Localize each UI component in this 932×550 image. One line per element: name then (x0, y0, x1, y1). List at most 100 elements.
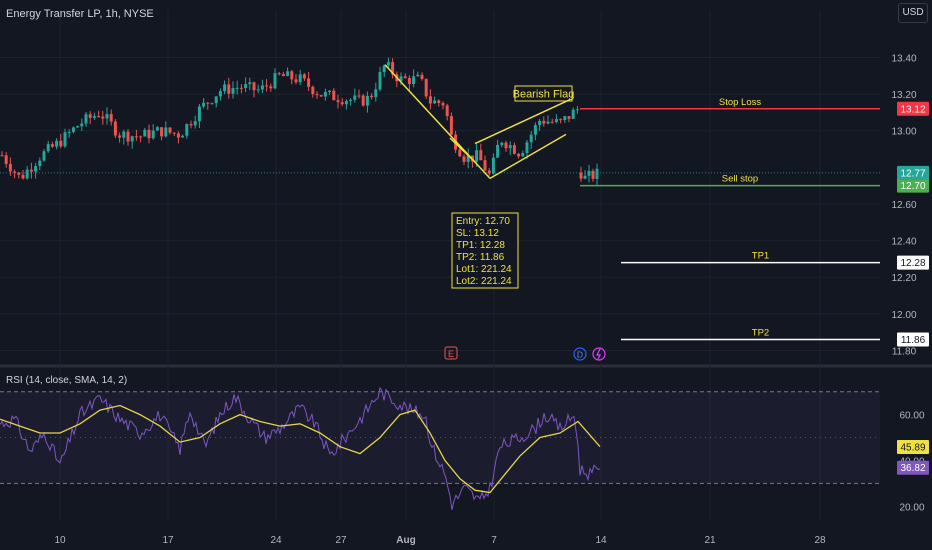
candle-body (508, 145, 512, 149)
candle-body (500, 142, 504, 145)
candle-body (433, 100, 437, 104)
candle-body (185, 124, 189, 136)
currency-button[interactable]: USD (898, 3, 928, 23)
candle-body (189, 124, 193, 126)
candle-body (231, 88, 235, 94)
candle-body (579, 172, 583, 179)
candle-body (550, 121, 554, 123)
info-box-line: Lot1: 221.24 (456, 264, 512, 275)
candle-body (542, 120, 546, 124)
candle-body (370, 95, 374, 98)
candle-body (8, 163, 12, 172)
candle-body (424, 78, 428, 97)
candle-body (595, 168, 599, 179)
candle-body (59, 140, 63, 147)
candle-body (378, 72, 382, 90)
candle-body (71, 127, 75, 132)
candle-body (512, 145, 516, 154)
candle-body (235, 87, 239, 89)
candle-body (143, 129, 147, 137)
info-box-line: SL: 13.12 (456, 228, 499, 239)
price-tick-label: 11.80 (892, 347, 917, 358)
candle-body (567, 116, 571, 119)
candle-body (315, 94, 319, 96)
time-tick-label: 14 (595, 535, 607, 546)
candle-body (563, 116, 567, 120)
candle-body (583, 175, 587, 179)
candle-body (38, 160, 42, 167)
candle-body (554, 119, 558, 123)
candle-body (311, 86, 315, 95)
candle-body (517, 153, 521, 157)
candle-body (168, 127, 172, 133)
level-label: Stop Loss (719, 97, 761, 108)
earnings-marker-text: E (448, 349, 454, 359)
candle-body (29, 169, 33, 172)
candle-body (420, 74, 424, 79)
price-tick-label: 12.60 (891, 200, 916, 211)
price-tick-label: 12.40 (891, 237, 916, 248)
rsi-title: RSI (14, close, SMA, 14, 2) (6, 375, 128, 386)
candle-body (353, 95, 357, 100)
candle-body (122, 131, 126, 138)
candle-body (449, 116, 453, 135)
candle-body (407, 78, 411, 85)
candle-body (197, 106, 201, 122)
price-tick-label: 12.00 (891, 310, 916, 321)
candle-body (319, 95, 323, 97)
candle-body (323, 91, 327, 97)
time-tick-label: 24 (270, 535, 282, 546)
last-price-tag-text: 12.77 (900, 168, 925, 179)
candle-body (248, 82, 252, 85)
candle-body (365, 95, 369, 106)
candle-body (92, 116, 96, 118)
candle-body (587, 170, 591, 176)
price-tick-label: 13.40 (891, 53, 916, 64)
candle-body (428, 96, 432, 104)
time-tick-label: 27 (335, 535, 347, 546)
candle-body (252, 82, 256, 91)
candle-body (50, 144, 54, 147)
candle-body (76, 126, 80, 128)
candle-body (491, 157, 495, 174)
candle-body (46, 144, 50, 152)
candle-body (273, 73, 277, 89)
stock-chart: Bearish Flag Stop Loss 13.12 Sell stop 12.7… (0, 0, 932, 550)
candle-body (88, 114, 92, 118)
candle-body (559, 119, 563, 121)
dividend-marker-text: D (577, 350, 583, 360)
time-tick-label: 10 (54, 535, 66, 546)
candle-body (412, 76, 416, 85)
time-tick-label: Aug (396, 535, 415, 546)
candle-body (533, 125, 537, 135)
candle-body (441, 102, 445, 106)
candle-body (176, 133, 180, 138)
level-price-tag-text: 12.28 (900, 258, 925, 269)
rsi-ma-value-text: 45.89 (900, 442, 925, 453)
candle-body (357, 95, 361, 97)
candle-body (437, 100, 441, 103)
candle-body (244, 84, 248, 89)
candle-body (294, 79, 298, 83)
candle-body (269, 86, 273, 89)
candle-body (458, 149, 462, 157)
candle-body (105, 114, 109, 119)
candle-body (344, 100, 348, 105)
candle-body (118, 135, 122, 138)
candle-body (462, 156, 466, 162)
candle-body (126, 131, 130, 142)
info-box-line: Lot2: 221.24 (456, 276, 512, 287)
candle-body (42, 151, 46, 161)
candle-body (290, 71, 294, 80)
candle-body (538, 120, 542, 126)
candle-body (504, 142, 508, 149)
level-label: TP1 (752, 251, 769, 262)
candle-body (328, 90, 332, 92)
candle-body (521, 153, 525, 157)
price-axis: 11.80 12.00 12.20 12.40 12.60 13.00 13.20 13.40 (891, 53, 916, 357)
candle-body (298, 74, 302, 83)
candle-body (172, 132, 176, 134)
candle-body (21, 174, 25, 179)
candle-body (386, 62, 390, 66)
candle-body (113, 121, 117, 136)
